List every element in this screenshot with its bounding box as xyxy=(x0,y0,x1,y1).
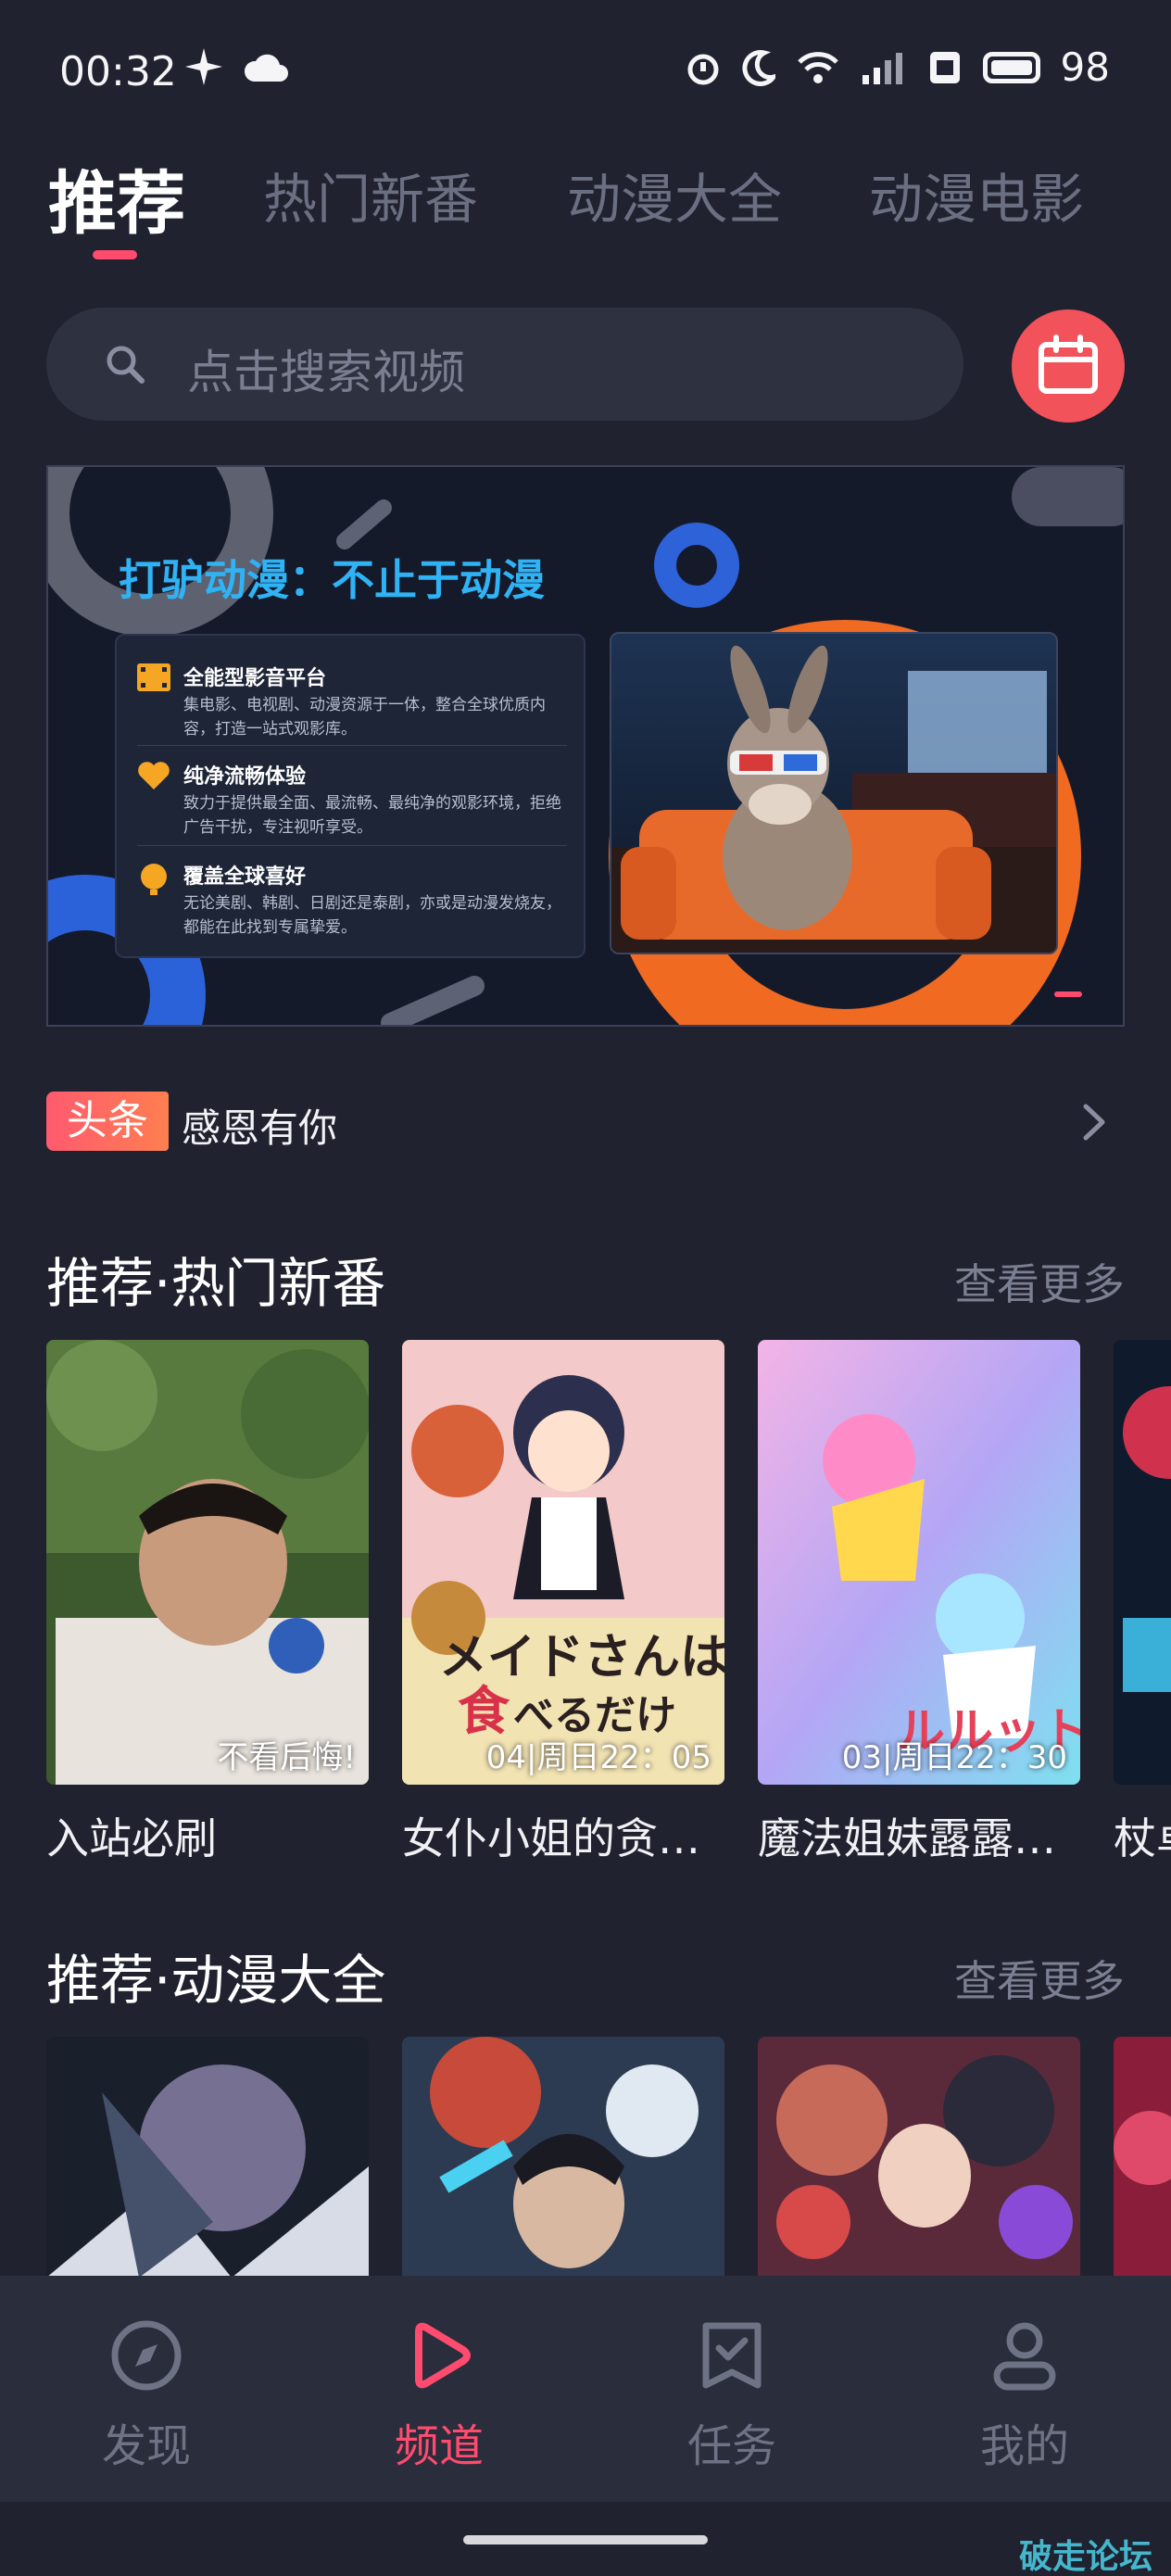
nav-label: 频道 xyxy=(394,2420,484,2472)
status-time: 00:32 xyxy=(59,48,177,95)
poster-tag: 不看后悔! xyxy=(217,1739,356,1776)
promo-banner[interactable]: 打驴动漫：不止于动漫 全能型影音平台 集电影、电视剧、动漫资源于一体，整合全球优… xyxy=(46,465,1125,1027)
task-icon xyxy=(702,2322,762,2389)
nav-discover[interactable]: 发现 xyxy=(72,2318,220,2474)
anime-card-row xyxy=(46,2037,1171,2276)
anime-poster xyxy=(1114,1340,1171,1785)
tab-anime-movie[interactable]: 动漫电影 xyxy=(869,156,1084,234)
feature-title: 纯净流畅体验 xyxy=(183,765,307,789)
anime-card-row: 不看后悔! 入站必刷 メイドさんは 食 べるだけ 04|周日22：05 女仆小姐… xyxy=(46,1340,1171,1872)
globe-icon xyxy=(141,864,167,895)
anime-title: 杖卓 xyxy=(1114,1813,1171,1863)
bottom-nav: 发现 频道 任务 我的 xyxy=(0,2276,1171,2502)
headline-text: 感恩有你 xyxy=(182,1105,338,1151)
anime-card[interactable] xyxy=(1114,2037,1171,2276)
feature-card: 全能型影音平台 集电影、电视剧、动漫资源于一体，整合全球优质内容，打造一站式观影… xyxy=(115,634,586,958)
banner-title: 打驴动漫：不止于动漫 xyxy=(119,555,545,605)
section-title: 推荐·动漫大全 xyxy=(46,1949,386,2012)
nav-task[interactable]: 任务 xyxy=(658,2318,806,2474)
nav-channel[interactable]: 频道 xyxy=(365,2318,513,2474)
heart-icon xyxy=(138,762,170,789)
cloud-moon-icon xyxy=(244,54,288,82)
feature-desc: 无论美剧、韩剧、日剧还是泰剧，亦或是动漫发烧友，都能在此找到专属挚爱。 xyxy=(183,894,561,937)
sim-icon xyxy=(929,51,960,83)
see-more-link[interactable]: 查看更多 xyxy=(954,1948,1125,2009)
see-more-link[interactable]: 查看更多 xyxy=(954,1251,1125,1312)
feature-desc: 致力于提供最全面、最流畅、最纯净的观影环境，拒绝广告干扰，专注视听享受。 xyxy=(183,794,561,837)
anime-poster xyxy=(46,2037,369,2276)
headline-badge: 头条 xyxy=(46,1092,169,1151)
tab-anime-all[interactable]: 动漫大全 xyxy=(567,156,782,234)
moon-icon xyxy=(741,49,775,86)
section-title: 推荐·热门新番 xyxy=(46,1252,386,1315)
svg-text:メイドさんは: メイドさんは xyxy=(439,1629,724,1686)
donkey-cinema-illustration xyxy=(611,634,1056,953)
anime-card[interactable]: ルルットリリィ 03|周日22：30 魔法姐妹露露… xyxy=(758,1340,1080,1866)
banner-photo xyxy=(610,632,1058,954)
tab-hot-new[interactable]: 热门新番 xyxy=(263,156,478,234)
anime-poster xyxy=(1114,2037,1171,2276)
tab-recommend[interactable]: 推荐 xyxy=(48,148,185,247)
anime-title: 女仆小姐的贪… xyxy=(402,1813,700,1863)
feature-title: 全能型影音平台 xyxy=(183,667,327,690)
section-header-new: 推荐·热门新番 查看更多 xyxy=(46,1240,1125,1315)
battery-icon xyxy=(982,51,1040,83)
calendar-icon xyxy=(1039,335,1098,394)
anime-card[interactable]: 不看后悔! 入站必刷 xyxy=(46,1340,369,1866)
nav-label: 我的 xyxy=(979,2420,1069,2472)
film-icon xyxy=(137,663,170,691)
home-indicator[interactable] xyxy=(463,2535,708,2544)
calendar-button[interactable] xyxy=(1012,309,1125,423)
anime-card[interactable]: メイドさんは 食 べるだけ 04|周日22：05 女仆小姐的贪… xyxy=(402,1340,724,1866)
search-placeholder: 点击搜索视频 xyxy=(187,346,465,399)
battery-level: 98 xyxy=(1060,44,1110,90)
feature-desc: 集电影、电视剧、动漫资源于一体，整合全球优质内容，打造一站式观影库。 xyxy=(183,696,546,739)
watermark: 破走论坛 xyxy=(1018,2538,1152,2576)
anime-card[interactable]: 杖卓 xyxy=(1114,1340,1171,1866)
anime-card[interactable] xyxy=(46,2037,369,2276)
nav-label: 发现 xyxy=(101,2420,191,2472)
anime-card[interactable] xyxy=(758,2037,1080,2276)
search-input[interactable]: 点击搜索视频 xyxy=(46,308,963,421)
poster-tag: 04|周日22：05 xyxy=(485,1739,711,1776)
status-bar: 00:32 98 xyxy=(0,0,1171,139)
headline-bar[interactable]: 头条 感恩有你 xyxy=(46,1090,1125,1155)
sparkle-icon xyxy=(185,48,222,85)
search-icon xyxy=(107,346,145,384)
poster-tag: 03|周日22：30 xyxy=(841,1739,1067,1776)
anime-title: 入站必刷 xyxy=(46,1813,217,1863)
signal-icon xyxy=(862,52,902,84)
anime-poster xyxy=(402,2037,724,2276)
anime-poster xyxy=(758,2037,1080,2276)
anime-poster: 不看后悔! xyxy=(46,1340,369,1785)
anime-card[interactable] xyxy=(402,2037,724,2276)
anime-title: 魔法姐妹露露… xyxy=(758,1813,1056,1863)
compass-icon xyxy=(111,2320,182,2391)
chevron-right-icon xyxy=(1083,1104,1105,1141)
anime-poster: メイドさんは 食 べるだけ 04|周日22：05 xyxy=(402,1340,724,1785)
banner-page-indicator xyxy=(1054,991,1082,997)
wifi-icon xyxy=(797,51,838,83)
top-tabs: 推荐 热门新番 动漫大全 动漫电影 xyxy=(48,156,1141,267)
user-icon xyxy=(993,2322,1056,2391)
section-header-all: 推荐·动漫大全 查看更多 xyxy=(46,1937,1125,2012)
anime-poster: ルルットリリィ 03|周日22：30 xyxy=(758,1340,1080,1785)
nav-me[interactable]: 我的 xyxy=(951,2318,1099,2474)
tab-indicator xyxy=(93,250,137,259)
feature-title: 覆盖全球喜好 xyxy=(183,865,307,889)
play-icon xyxy=(415,2322,471,2389)
nav-label: 任务 xyxy=(686,2420,776,2472)
alarm-icon xyxy=(687,54,719,84)
